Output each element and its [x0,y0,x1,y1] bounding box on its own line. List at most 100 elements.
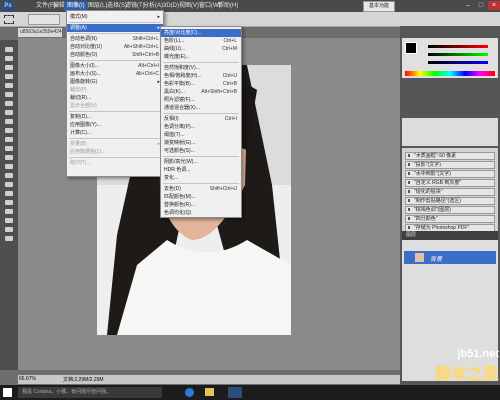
green-slider[interactable] [428,53,488,56]
menu-item[interactable]: 照片滤镜(F)... [161,96,241,104]
menu-item[interactable]: 亮度/对比度(C)... [161,29,241,37]
menu-item[interactable]: 匹配颜色(M)... [161,193,241,201]
menu-item[interactable]: 自动颜色(O) Shift+Ctrl+B [67,51,163,59]
menu-item[interactable]: 可选颜色(S)... [161,147,241,155]
menu-item[interactable]: 显示全部(V) [67,102,163,110]
layers-tab[interactable]: 图层 [402,231,498,240]
menu-item[interactable]: 变量(B) ▸ [67,140,163,148]
cortana-search-box[interactable]: 我是 Cortana，小娜。有问题尽管问我。 [18,387,162,398]
action-item[interactable]: "制作剪贴路径"(选区) [405,197,495,205]
edge-icon[interactable] [185,388,194,397]
tool-icon[interactable] [3,217,15,224]
action-item[interactable]: "四分颜色" [405,215,495,223]
menu-separator [163,62,239,63]
menu-item[interactable]: 裁剪(P) [67,86,163,94]
menu-item[interactable]: 应用图像(Y)... [67,121,163,129]
photoshop-taskbar-icon[interactable] [228,387,242,398]
tool-icon[interactable] [3,163,15,170]
tool-icon[interactable] [3,55,15,62]
tool-icon[interactable] [3,199,15,206]
tool-icon[interactable] [3,145,15,152]
menu-item[interactable]: 替换颜色(R)... [161,201,241,209]
tool-icon[interactable] [3,181,15,188]
tool-icon[interactable] [3,100,15,107]
menu-item[interactable]: 曝光度(E)... [161,53,241,61]
menu-item[interactable]: 色彩平衡(B)... Ctrl+B [161,80,241,88]
menu-item[interactable]: 黑白(K)... Alt+Shift+Ctrl+B [161,88,241,96]
adjustments-submenu: 亮度/对比度(C)... 色阶(L)... Ctrl+L 曲线(U)... Ctrl+M… [160,26,242,218]
action-item[interactable]: "木质画框"-50 像素 [405,152,495,160]
menu-item[interactable]: 图像大小(I)... Alt+Ctrl+I [67,62,163,70]
tool-icon[interactable] [3,235,15,242]
menu-item[interactable]: 自然饱和度(V)... [161,64,241,72]
blue-slider[interactable] [428,61,488,64]
action-item[interactable]: "棕褐色调"(图层) [405,206,495,214]
action-item[interactable]: "投影"(文字) [405,161,495,169]
tool-icon[interactable] [3,208,15,215]
tool-icon[interactable] [3,82,15,89]
menu-item[interactable]: 图像旋转(G) ▸ [67,78,163,86]
tool-icon[interactable] [3,136,15,143]
marquee-tool-icon[interactable] [4,15,14,24]
close-icon[interactable]: × [488,1,500,10]
tool-icon[interactable] [3,109,15,116]
menu-item[interactable]: 阈值(T)... [161,131,241,139]
menu-item[interactable]: 调整(A) ▸ [67,24,163,32]
tool-icon[interactable] [3,46,15,53]
menu-item[interactable]: 去色(D) Shift+Ctrl+U [161,185,241,193]
menu-item[interactable]: 自动色调(N) Shift+Ctrl+L [67,35,163,43]
tool-icon[interactable] [3,226,15,233]
layer-row[interactable]: 背景 [404,251,496,264]
tool-icon[interactable] [3,154,15,161]
workspace-button[interactable]: 基本功能 [363,1,395,12]
menu-item[interactable]: 色相/饱和度(H)... Ctrl+U [161,72,241,80]
tool-icon[interactable] [3,91,15,98]
tool-icon[interactable] [3,64,15,71]
submenu-arrow-icon: ▸ [157,14,160,20]
red-slider[interactable] [428,45,488,48]
menu-separator [69,157,161,158]
menu-item[interactable]: 模式(M) ▸ [67,13,163,21]
selection-mode-icon[interactable] [28,14,60,25]
menu-item[interactable]: 应用数据组(L)... [67,148,163,156]
menu-item[interactable]: 渐变映射(G)... [161,139,241,147]
action-item[interactable]: "水中倒影"(文字) [405,170,495,178]
tool-icon[interactable] [3,73,15,80]
minimize-icon[interactable]: – [462,1,474,10]
menu-item[interactable]: 计算(C)... [67,129,163,137]
status-bar: 66.67% 文档:2.29M/2.29M [18,375,400,384]
menu-item[interactable]: 色调分离(P)... [161,123,241,131]
windows-start-icon[interactable] [3,388,12,397]
explorer-icon[interactable] [205,388,214,396]
menu-item[interactable]: 曲线(U)... Ctrl+M [161,45,241,53]
menu-item[interactable]: 通道混合器(X)... [161,104,241,112]
menu-item[interactable]: 帮助(H) [215,1,241,11]
menu-item[interactable]: 复制(D)... [67,113,163,121]
menu-item[interactable]: 变化... [161,174,241,182]
menu-item[interactable]: 阴影/高光(W)... [161,158,241,166]
color-panel [402,38,498,78]
document-tab[interactable]: u8563a1e359e424 [18,28,62,37]
menu-item[interactable]: 画布大小(S)... Alt+Ctrl+C [67,70,163,78]
action-item[interactable]: "自定义 RGB 到灰度" [405,179,495,187]
right-panels: "木质画框"-50 像素 "投影"(文字) "水中倒影"(文字) "自定义 RGB 到… [400,26,500,385]
maximize-icon[interactable]: □ [475,1,487,10]
tool-icon[interactable] [3,118,15,125]
menu-separator [69,33,161,34]
tool-icon[interactable] [3,190,15,197]
menu-item[interactable]: 陷印(T)... [67,159,163,167]
menu-item[interactable]: HDR 色调... [161,166,241,174]
action-item[interactable]: "熔化的铅块" [405,188,495,196]
tool-icon[interactable] [3,172,15,179]
menu-item[interactable]: 反相(I) Ctrl+I [161,115,241,123]
menu-item[interactable]: 裁切(R)... [67,94,163,102]
menu-separator [163,183,239,184]
foreground-swatch[interactable] [405,42,417,54]
zoom-readout[interactable]: 66.67% [19,376,36,382]
color-ramp[interactable] [405,71,495,76]
menu-item[interactable]: 自动对比度(U) Alt+Shift+Ctrl+L [67,43,163,51]
tool-icon[interactable] [3,127,15,134]
menu-item[interactable]: 色调均化(Q) [161,209,241,217]
menu-item[interactable]: 色阶(L)... Ctrl+L [161,37,241,45]
image-menu: 模式(M) ▸ 调整(A) ▸ 自动色调(N) Shift+Ctrl+L 自动对比度(U) A… [66,10,164,177]
